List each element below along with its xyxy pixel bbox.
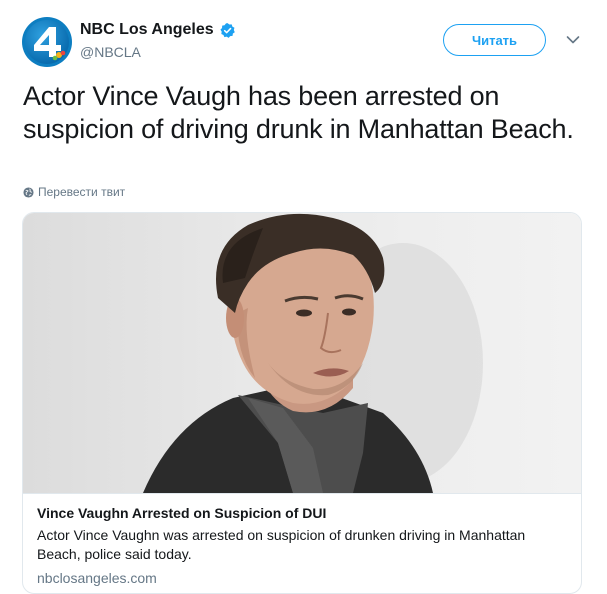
verified-badge-icon <box>220 22 235 38</box>
tweet: NBC Los Angeles @NBCLA Читать Actor Vinc… <box>0 0 607 594</box>
card-title[interactable]: Vince Vaughn Arrested on Suspicion of DU… <box>37 504 567 523</box>
card-body[interactable]: Vince Vaughn Arrested on Suspicion of DU… <box>23 493 581 593</box>
globe-icon <box>23 186 34 198</box>
follow-button[interactable]: Читать <box>443 24 546 56</box>
card-domain[interactable]: nbclosangeles.com <box>37 569 567 588</box>
card-photo-illustration <box>143 213 483 493</box>
tweet-text: Actor Vince Vaugh has been arrested on s… <box>23 81 574 144</box>
account-name-row[interactable]: NBC Los Angeles <box>80 20 236 40</box>
avatar[interactable] <box>22 17 72 67</box>
translate-tweet-link[interactable]: Перевести твит <box>23 185 125 199</box>
chevron-down-icon[interactable] <box>566 35 580 45</box>
link-card[interactable]: Vince Vaughn Arrested on Suspicion of DU… <box>22 212 582 594</box>
nbc-4-logo-icon <box>34 27 66 61</box>
card-description: Actor Vince Vaughn was arrested on suspi… <box>37 527 526 562</box>
card-image[interactable] <box>23 213 581 493</box>
account-handle[interactable]: @NBCLA <box>80 44 141 60</box>
display-name[interactable]: NBC Los Angeles <box>80 21 214 39</box>
translate-label[interactable]: Перевести твит <box>38 185 125 199</box>
